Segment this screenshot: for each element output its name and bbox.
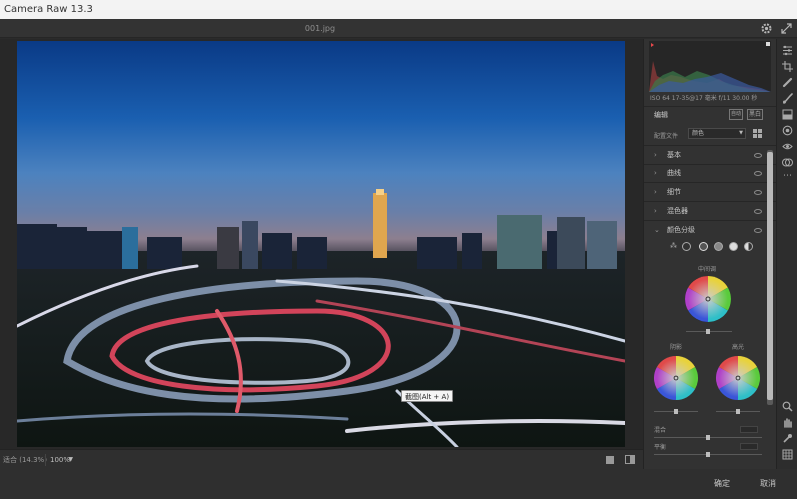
eye-icon[interactable] bbox=[754, 228, 762, 233]
section-basic[interactable]: › 基本 bbox=[646, 147, 768, 164]
expand-icon[interactable] bbox=[780, 22, 793, 35]
balance-value[interactable] bbox=[740, 443, 758, 450]
chevron-down-icon: ▼ bbox=[68, 456, 73, 463]
global-mode-icon[interactable] bbox=[729, 242, 738, 251]
profile-label: 配置文件 bbox=[654, 133, 679, 140]
section-label: 基本 bbox=[667, 151, 681, 159]
histogram[interactable] bbox=[649, 41, 771, 92]
grid-overlay-icon[interactable] bbox=[782, 449, 793, 460]
chevron-right-icon: › bbox=[654, 169, 657, 177]
bw-button[interactable]: 黑白 bbox=[747, 109, 763, 120]
healing-brush-icon[interactable] bbox=[782, 77, 793, 88]
window-title: Camera Raw 13.3 bbox=[4, 4, 93, 15]
blend-value[interactable] bbox=[740, 426, 758, 433]
auto-button[interactable]: 自动 bbox=[729, 109, 743, 120]
section-detail[interactable]: › 细节 bbox=[646, 184, 768, 201]
chevron-down-icon: ▼ bbox=[739, 130, 743, 136]
balance-slider-thumb[interactable] bbox=[706, 452, 710, 457]
blend-slider-thumb[interactable] bbox=[706, 435, 710, 440]
color-grading-modes: ⁂ bbox=[654, 240, 764, 254]
edit-title: 编辑 bbox=[654, 111, 668, 119]
section-label: 曲线 bbox=[667, 169, 681, 177]
red-eye-icon[interactable] bbox=[782, 141, 793, 152]
hand-icon[interactable] bbox=[782, 417, 793, 428]
edit-sliders-icon[interactable] bbox=[782, 45, 793, 56]
tool-strip: ⋯ bbox=[776, 39, 797, 469]
color-sampler-icon[interactable] bbox=[782, 433, 793, 444]
single-view-icon[interactable] bbox=[606, 456, 614, 464]
eye-icon[interactable] bbox=[754, 190, 762, 195]
section-label: 混色器 bbox=[667, 207, 688, 215]
eye-icon[interactable] bbox=[754, 209, 762, 214]
section-mixer[interactable]: › 混色器 bbox=[646, 203, 768, 220]
section-curve[interactable]: › 曲线 bbox=[646, 165, 768, 182]
screenshot-tooltip: 截图(Alt + A) bbox=[401, 390, 454, 402]
filename-label: 001.jpg bbox=[304, 24, 336, 33]
zoom-value: 100% bbox=[50, 456, 71, 464]
midtones-mode-icon[interactable] bbox=[699, 242, 708, 251]
shadows-color-wheel[interactable] bbox=[653, 355, 699, 401]
eye-icon[interactable] bbox=[754, 171, 762, 176]
divider bbox=[644, 182, 777, 183]
section-color-grading[interactable]: ⌄ 颜色分级 bbox=[646, 222, 768, 239]
eye-icon[interactable] bbox=[754, 153, 762, 158]
gear-icon[interactable] bbox=[760, 22, 773, 35]
chevron-down-icon: ⌄ bbox=[654, 226, 660, 234]
three-way-icon[interactable]: ⁂ bbox=[670, 242, 679, 251]
crop-icon[interactable] bbox=[782, 61, 793, 72]
top-toolbar: 001.jpg bbox=[0, 19, 797, 38]
profile-browser-icon[interactable] bbox=[753, 129, 762, 138]
highlights-mode-icon[interactable] bbox=[714, 242, 723, 251]
done-button[interactable]: 确定 bbox=[714, 469, 730, 499]
zoom-fit-label[interactable]: 适合 (14.3%) bbox=[3, 450, 47, 470]
shadows-mode-icon[interactable] bbox=[682, 242, 691, 251]
presets-icon[interactable] bbox=[782, 157, 793, 168]
divider bbox=[644, 220, 777, 221]
zoom-dropdown[interactable]: 100% ▼ bbox=[45, 454, 75, 466]
zoom-icon[interactable] bbox=[782, 401, 793, 412]
highlights-color-wheel[interactable] bbox=[715, 355, 761, 401]
window-titlebar: Camera Raw 13.3 bbox=[0, 0, 797, 19]
chevron-right-icon: › bbox=[654, 188, 657, 196]
section-label: 细节 bbox=[667, 188, 681, 196]
shadows-luminance-thumb[interactable] bbox=[674, 409, 678, 414]
highlights-luminance-thumb[interactable] bbox=[736, 409, 740, 414]
blend-label: 混合 bbox=[654, 427, 667, 434]
radial-filter-icon[interactable] bbox=[782, 125, 793, 136]
divider bbox=[644, 201, 777, 202]
panel-scrollbar-thumb[interactable] bbox=[767, 152, 773, 400]
profile-value: 颜色 bbox=[692, 130, 705, 137]
camera-metadata: ISO 64 17-35@17 毫米 f/11 30.00 秒 bbox=[650, 95, 758, 102]
midtones-luminance-thumb[interactable] bbox=[706, 329, 710, 334]
divider bbox=[644, 106, 777, 107]
midtones-color-wheel[interactable] bbox=[684, 275, 732, 323]
section-label: 颜色分级 bbox=[667, 226, 695, 234]
midtones-label: 中间调 bbox=[698, 266, 717, 273]
more-icon[interactable]: ⋯ bbox=[782, 171, 793, 182]
edit-panel: ISO 64 17-35@17 毫米 f/11 30.00 秒 编辑 自动 黑白… bbox=[643, 39, 777, 469]
highlights-label: 高光 bbox=[732, 344, 745, 351]
shadows-label: 阴影 bbox=[670, 344, 683, 351]
chevron-right-icon: › bbox=[654, 207, 657, 215]
chevron-right-icon: › bbox=[654, 151, 657, 159]
dialog-footer: 确定 取消 bbox=[0, 469, 797, 499]
profile-select[interactable]: 颜色 ▼ bbox=[688, 128, 746, 139]
photo-preview[interactable] bbox=[17, 41, 625, 447]
global-adjust-icon[interactable] bbox=[744, 242, 753, 251]
adjustment-brush-icon[interactable] bbox=[782, 93, 793, 104]
graduated-filter-icon[interactable] bbox=[782, 109, 793, 120]
divider bbox=[644, 145, 777, 146]
compare-view-icon[interactable] bbox=[625, 455, 635, 464]
balance-label: 平衡 bbox=[654, 444, 667, 451]
cancel-button[interactable]: 取消 bbox=[760, 469, 776, 499]
bottom-statusbar: 适合 (14.3%) 100% ▼ bbox=[0, 449, 643, 469]
